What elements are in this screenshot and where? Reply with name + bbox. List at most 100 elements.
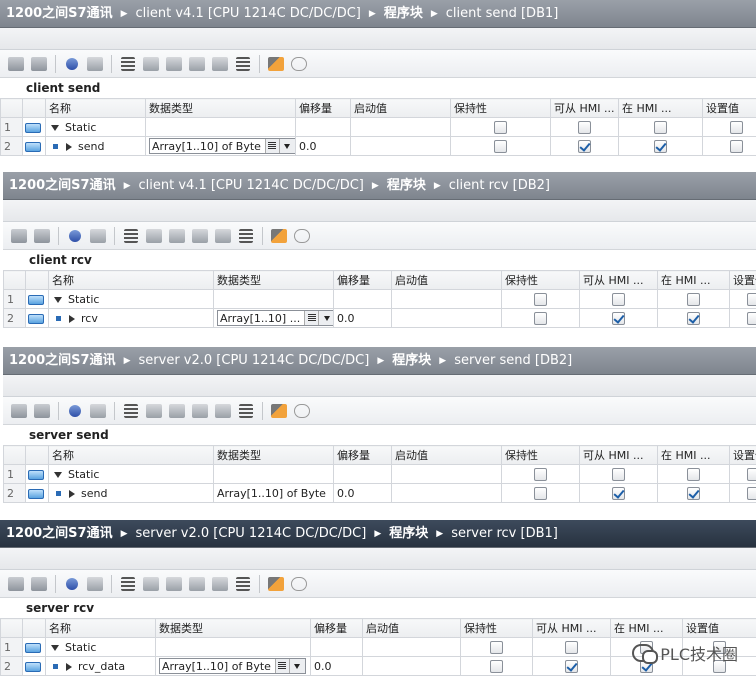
monitor-icon[interactable] — [269, 401, 289, 421]
hmi-visible-checkbox[interactable] — [654, 120, 667, 134]
type-list-button[interactable] — [304, 311, 319, 325]
copy-to-start-icon[interactable] — [164, 574, 184, 594]
hmi-accessible-checkbox[interactable] — [612, 292, 625, 306]
hmi-visible-checkbox[interactable] — [687, 486, 700, 500]
start-value-cell[interactable] — [391, 464, 502, 484]
column-header[interactable]: 设置值 — [729, 445, 756, 465]
column-header[interactable]: 可从 HMI ... — [579, 445, 658, 465]
add-row-icon[interactable] — [29, 54, 49, 74]
type-dropdown-button[interactable] — [278, 139, 295, 153]
copy-snapshot-icon[interactable] — [141, 574, 161, 594]
table-row[interactable]: 1 Static — [3, 464, 756, 484]
name-cell[interactable]: Static — [45, 637, 156, 657]
type-list-button[interactable] — [264, 139, 279, 153]
column-header[interactable]: 名称 — [45, 618, 156, 638]
setpoint-checkbox[interactable] — [730, 120, 743, 134]
breadcrumb-item[interactable]: 1200之间S7通讯 — [6, 0, 113, 27]
breadcrumb-item[interactable]: 1200之间S7通讯 — [9, 172, 116, 199]
column-header[interactable]: 在 HMI ... — [618, 98, 703, 118]
breadcrumb-item[interactable]: 1200之间S7通讯 — [9, 347, 116, 374]
insert-row-icon[interactable] — [9, 226, 29, 246]
column-header[interactable]: 偏移量 — [295, 98, 351, 118]
breadcrumb-item[interactable]: 程序块 — [387, 172, 426, 199]
type-cell[interactable] — [213, 289, 334, 309]
type-input[interactable]: Array[1..10] of Byte — [149, 138, 295, 154]
start-value-cell[interactable] — [350, 117, 451, 137]
snapshot-icon[interactable] — [121, 401, 141, 421]
glasses-icon[interactable] — [292, 401, 312, 421]
type-cell[interactable]: Array[1..10] ... — [213, 308, 334, 328]
column-header[interactable]: 在 HMI ... — [657, 445, 730, 465]
start-value-cell[interactable] — [350, 136, 451, 156]
hmi-accessible-checkbox[interactable] — [578, 120, 591, 134]
column-header[interactable]: 设置值 — [702, 98, 756, 118]
column-header[interactable]: 名称 — [45, 98, 146, 118]
retain-checkbox[interactable] — [490, 659, 503, 673]
column-header[interactable]: 数据类型 — [155, 618, 311, 638]
snapshot-icon[interactable] — [118, 54, 138, 74]
expand-icon[interactable] — [62, 574, 82, 594]
name-cell[interactable]: rcv — [48, 308, 214, 328]
copy-to-start-icon[interactable] — [164, 54, 184, 74]
add-row-icon[interactable] — [29, 574, 49, 594]
expand-icon[interactable] — [62, 54, 82, 74]
setpoint-checkbox[interactable] — [746, 486, 756, 500]
start-value-cell[interactable] — [391, 308, 502, 328]
retain-checkbox[interactable] — [490, 640, 503, 654]
breadcrumb-item[interactable]: client rcv [DB2] — [449, 172, 550, 199]
monitor-icon[interactable] — [269, 226, 289, 246]
load-snapshot-icon[interactable] — [213, 401, 233, 421]
insert-row-icon[interactable] — [6, 574, 26, 594]
load-start-icon[interactable] — [190, 226, 210, 246]
reset-start-values-icon[interactable] — [88, 226, 108, 246]
type-cell[interactable] — [145, 117, 296, 137]
snapshot-icon[interactable] — [118, 574, 138, 594]
reset-start-values-icon[interactable] — [85, 574, 105, 594]
copy-snapshot-icon[interactable] — [144, 226, 164, 246]
name-cell[interactable]: send — [45, 136, 146, 156]
type-cell[interactable] — [155, 637, 311, 657]
list-icon[interactable] — [236, 226, 256, 246]
load-start-icon[interactable] — [190, 401, 210, 421]
start-value-cell[interactable] — [391, 289, 502, 309]
hmi-visible-checkbox[interactable] — [654, 139, 667, 153]
column-header[interactable]: 启动值 — [362, 618, 461, 638]
copy-to-start-icon[interactable] — [167, 226, 187, 246]
type-dropdown-button[interactable] — [318, 311, 333, 325]
hmi-accessible-checkbox[interactable] — [612, 467, 625, 481]
retain-checkbox[interactable] — [534, 486, 547, 500]
monitor-icon[interactable] — [266, 54, 286, 74]
add-row-icon[interactable] — [32, 401, 52, 421]
table-row[interactable]: 1 Static — [0, 117, 756, 137]
setpoint-checkbox[interactable] — [730, 139, 743, 153]
breadcrumb-item[interactable]: 程序块 — [389, 520, 428, 547]
start-value-cell[interactable] — [362, 656, 461, 676]
retain-checkbox[interactable] — [494, 120, 507, 134]
breadcrumb-item[interactable]: client v4.1 [CPU 1214C DC/DC/DC] — [136, 0, 361, 27]
collapse-icon[interactable] — [51, 124, 59, 131]
expand-icon[interactable] — [69, 314, 75, 323]
expand-icon[interactable] — [66, 662, 72, 671]
list-icon[interactable] — [233, 574, 253, 594]
type-cell[interactable]: Array[1..10] of Byte — [155, 656, 311, 676]
column-header[interactable]: 保持性 — [501, 445, 580, 465]
column-header[interactable]: 保持性 — [450, 98, 551, 118]
column-header[interactable]: 保持性 — [460, 618, 533, 638]
column-header[interactable]: 可从 HMI ... — [550, 98, 619, 118]
table-row[interactable]: 2 send Array[1..10] of Byte 0.0 — [0, 136, 756, 156]
insert-row-icon[interactable] — [9, 401, 29, 421]
name-cell[interactable]: Static — [48, 464, 214, 484]
column-header[interactable]: 偏移量 — [310, 618, 363, 638]
expand-icon[interactable] — [66, 142, 72, 151]
breadcrumb-item[interactable]: server v2.0 [CPU 1214C DC/DC/DC] — [139, 347, 370, 374]
breadcrumb-item[interactable]: client v4.1 [CPU 1214C DC/DC/DC] — [139, 172, 364, 199]
load-snapshot-icon[interactable] — [213, 226, 233, 246]
column-header[interactable]: 名称 — [48, 445, 214, 465]
start-value-cell[interactable] — [391, 483, 502, 503]
reset-start-values-icon[interactable] — [88, 401, 108, 421]
hmi-accessible-checkbox[interactable] — [612, 311, 625, 325]
column-header[interactable]: 启动值 — [391, 445, 502, 465]
breadcrumb-item[interactable]: 1200之间S7通讯 — [6, 520, 113, 547]
expand-icon[interactable] — [65, 401, 85, 421]
type-dropdown-button[interactable] — [288, 659, 305, 673]
